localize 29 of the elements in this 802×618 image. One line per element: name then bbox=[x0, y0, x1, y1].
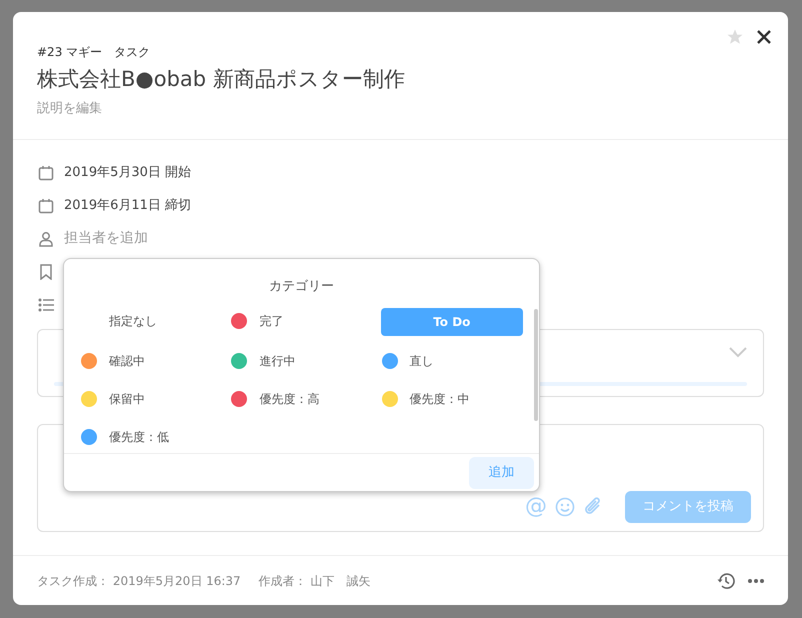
author-info: 作成者： 山下 誠矢 bbox=[258, 572, 370, 590]
bookmark-icon bbox=[38, 264, 52, 280]
category-option[interactable]: 確認中 bbox=[80, 348, 222, 374]
calendar-icon bbox=[38, 198, 54, 214]
category-option[interactable]: 優先度：低 bbox=[80, 424, 222, 450]
history-icon[interactable] bbox=[716, 570, 736, 590]
popup-title: カテゴリー bbox=[268, 278, 335, 296]
category-option[interactable]: 直し bbox=[380, 348, 523, 374]
task-title: 株式会社B●obab 新商品ポスター制作 bbox=[37, 66, 406, 93]
more-icon[interactable] bbox=[748, 578, 764, 582]
date-text: 2019年5月30日 開始 bbox=[64, 164, 192, 182]
smiley-icon[interactable] bbox=[555, 497, 575, 517]
star-icon[interactable] bbox=[726, 28, 744, 46]
calendar-icon bbox=[38, 164, 54, 180]
category-option[interactable]: 保留中 bbox=[80, 386, 222, 412]
task-subtitle: #23 マギー タスク bbox=[37, 44, 152, 60]
scrollbar[interactable] bbox=[534, 309, 538, 421]
category-option[interactable]: 優先度：中 bbox=[380, 386, 523, 412]
chevron-down-icon[interactable] bbox=[729, 346, 747, 358]
category-option[interactable]: 優先度：高 bbox=[230, 386, 373, 412]
date-text: 2019年6月11日 締切 bbox=[64, 196, 192, 215]
category-option[interactable]: 完了 bbox=[230, 308, 373, 334]
close-icon[interactable] bbox=[756, 29, 772, 45]
person-icon bbox=[38, 230, 54, 246]
paperclip-icon[interactable] bbox=[583, 497, 603, 517]
category-option[interactable]: 指定なし bbox=[80, 308, 222, 334]
list-icon bbox=[38, 298, 54, 312]
category-option[interactable]: 進行中 bbox=[230, 348, 373, 374]
created-info: タスク作成： 2019年5月20日 16:37 bbox=[37, 572, 241, 590]
